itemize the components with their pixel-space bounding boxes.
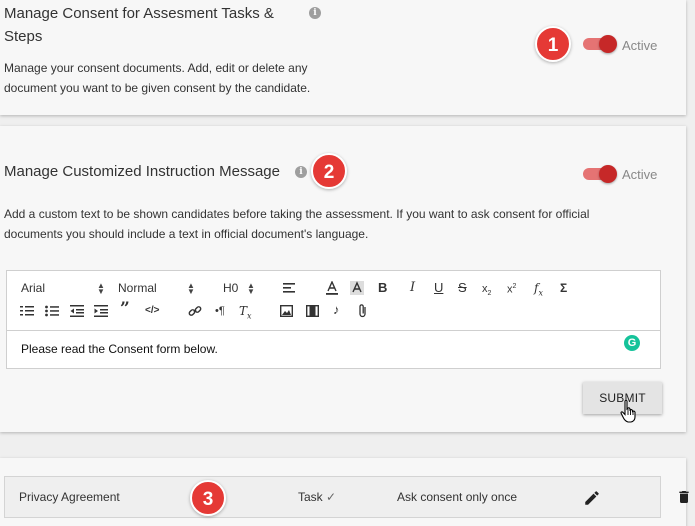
editor-toolbar: Arial ▲ ▼ Normal ▲ ▼ H0 ▲ ▼ B I U S x2 x2 f… [7,271,660,331]
font-size-select[interactable]: Normal [118,280,157,296]
consent-active-toggle[interactable] [583,35,617,53]
consent-frequency-cell: Ask consent only once [397,490,518,504]
consent-type-cell: Task ✓ [298,490,336,504]
instruction-section-title: Manage Customized Instruction Message [4,163,280,180]
strikethrough-icon[interactable]: S [458,280,467,296]
consent-settings-card: Manage Consent for Assesment Tasks & Ste… [0,0,686,115]
clear-format-icon[interactable]: Tx [239,303,252,324]
toggle-knob [599,35,617,53]
rich-text-editor: Arial ▲ ▼ Normal ▲ ▼ H0 ▲ ▼ B I U S x2 x2 f… [6,270,661,369]
heading-select[interactable]: H0 [223,280,238,296]
video-icon[interactable] [306,305,319,317]
table-row[interactable]: Privacy Agreement Task ✓ Ask consent onl… [4,476,661,518]
grammarly-icon[interactable]: G [624,335,640,351]
attachment-icon[interactable] [358,304,368,318]
consent-desc-line2: document you want to be given consent by… [4,81,311,95]
image-icon[interactable] [280,305,293,317]
consent-title-line2: Steps [4,28,43,45]
font-family-chevron-icon[interactable]: ▲ ▼ [97,282,105,296]
consent-section-title: Manage Consent for Assesment Tasks & Ste… [4,2,274,48]
step-badge-2: 2 [311,153,347,189]
sum-icon[interactable]: Σ [560,280,567,296]
underline-icon[interactable]: U [434,280,443,296]
step-badge-1: 1 [535,26,571,62]
consent-desc-line1: Manage your consent documents. Add, edit… [4,61,308,75]
ordered-list-icon[interactable] [20,305,34,317]
instruction-desc-line2: documents you should include a text in o… [4,227,369,241]
superscript-icon[interactable]: x2 [507,279,516,298]
blockquote-icon[interactable]: ” [120,301,130,318]
check-icon: ✓ [326,490,337,504]
consent-type-label: Task [298,490,323,504]
edit-pencil-icon[interactable] [583,489,601,507]
background-color-icon[interactable] [350,281,364,295]
instruction-toggle-label: Active [622,167,658,182]
instruction-desc-line1: Add a custom text to be shown candidates… [4,207,590,221]
align-left-icon[interactable] [283,282,297,294]
outdent-icon[interactable] [70,305,84,317]
font-family-select[interactable]: Arial [21,280,45,296]
info-icon[interactable]: i [309,7,321,19]
text-color-icon[interactable] [325,281,339,295]
link-icon[interactable] [188,304,202,318]
consent-title-line1: Manage Consent for Assesment Tasks & [4,5,274,22]
consent-toggle-label: Active [622,38,658,53]
instruction-section-description: Add a custom text to be shown candidates… [4,204,589,244]
bullet-list-icon[interactable] [45,305,59,317]
delete-trash-icon[interactable] [676,488,692,506]
text-direction-icon[interactable]: •¶ [215,303,225,319]
consent-section-description: Manage your consent documents. Add, edit… [4,58,310,98]
code-block-icon[interactable]: </> [145,303,159,319]
step-badge-3: 3 [190,480,226,516]
consent-name-cell: Privacy Agreement [19,490,120,504]
audio-icon[interactable]: ♪ [333,302,340,318]
info-icon[interactable]: i [295,166,307,178]
font-size-chevron-icon[interactable]: ▲ ▼ [187,282,195,296]
subscript-icon[interactable]: x2 [482,281,491,302]
bold-icon[interactable]: B [378,280,387,296]
toggle-knob [599,165,617,183]
hand-cursor-icon [620,399,636,423]
italic-icon[interactable]: I [410,280,415,296]
heading-chevron-icon[interactable]: ▲ ▼ [247,282,255,296]
formula-icon[interactable]: fx [534,280,543,301]
instruction-active-toggle[interactable] [583,165,617,183]
editor-content[interactable]: Please read the Consent form below. [21,342,218,356]
indent-icon[interactable] [94,305,108,317]
